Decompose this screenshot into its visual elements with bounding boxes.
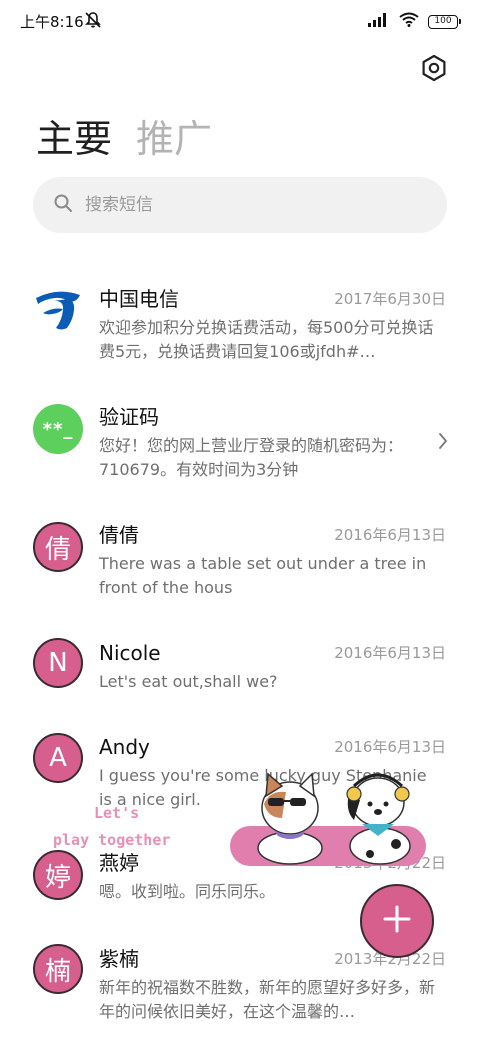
tab-primary[interactable]: 主要 [36, 116, 112, 162]
settings-button[interactable] [418, 54, 450, 86]
contact-name: 中国电信 [99, 287, 179, 311]
search-input[interactable] [85, 195, 405, 215]
tab-bar: 主要 推广 [36, 116, 212, 162]
search-icon [53, 193, 73, 217]
status-indicators: 100 [368, 12, 461, 31]
sticker-caption: play together [53, 831, 171, 849]
message-date: 2016年6月13日 [334, 526, 446, 544]
avatar: N [33, 638, 83, 688]
contact-name: Nicole [99, 641, 161, 665]
avatar: **_ [33, 404, 83, 454]
plus-icon [382, 904, 412, 938]
battery-icon: 100 [428, 14, 461, 29]
message-preview: 欢迎参加积分兑换话费活动，每500分可兑换话费5元，兑换话费请回复106或jfd… [99, 318, 434, 361]
conversation-item[interactable]: N Nicole 2016年6月13日 Let's eat out,shall … [0, 638, 480, 700]
conversation-item[interactable]: 中国电信 2017年6月30日 欢迎参加积分兑换话费活动，每500分可兑换话费5… [0, 286, 480, 366]
avatar: 倩 [33, 522, 83, 572]
contact-name: 紫楠 [99, 947, 139, 971]
tab-promotions[interactable]: 推广 [136, 116, 212, 162]
mute-icon [84, 11, 102, 33]
chevron-right-icon [438, 432, 448, 454]
status-bar: 上午8:16 100 [0, 0, 480, 40]
conversation-item[interactable]: 楠 紫楠 2013年2月22日 新年的祝福数不胜数，新年的愿望好多好多，新年的问… [0, 944, 480, 1026]
signal-icon [368, 12, 390, 31]
message-date: 2017年6月30日 [334, 290, 446, 308]
message-date: 2016年6月13日 [334, 738, 446, 756]
message-preview: 您好！您的网上营业厅登录的随机密码为：710679。有效时间为3分钟 [99, 436, 404, 479]
message-preview: Let's eat out,shall we? [99, 672, 278, 691]
gear-icon [420, 54, 448, 86]
cartoon-pets-icon [230, 772, 426, 866]
wifi-icon [399, 12, 419, 31]
message-date: 2016年6月13日 [334, 644, 446, 662]
conversation-item[interactable]: **_ 验证码 您好！您的网上营业厅登录的随机密码为：710679。有效时间为3… [0, 404, 480, 484]
contact-name: Andy [99, 735, 150, 759]
avatar: 楠 [33, 944, 83, 994]
contact-name: 倩倩 [99, 523, 139, 547]
conversation-item[interactable]: 倩 倩倩 2016年6月13日 There was a table set ou… [0, 522, 480, 602]
china-telecom-logo-icon [33, 285, 83, 342]
sticker-overlay: Let's play together [50, 760, 430, 870]
contact-name: 验证码 [99, 405, 159, 429]
search-bar[interactable] [33, 177, 447, 233]
message-preview: There was a table set out under a tree i… [99, 554, 427, 597]
message-preview: 新年的祝福数不胜数，新年的愿望好多好多，新年的问候依旧美好，在这个温馨的… [99, 978, 436, 1021]
sticker-caption: Let's [94, 804, 140, 822]
status-time: 上午8:16 [20, 13, 84, 31]
new-message-button[interactable] [360, 884, 434, 958]
avatar [33, 288, 83, 338]
